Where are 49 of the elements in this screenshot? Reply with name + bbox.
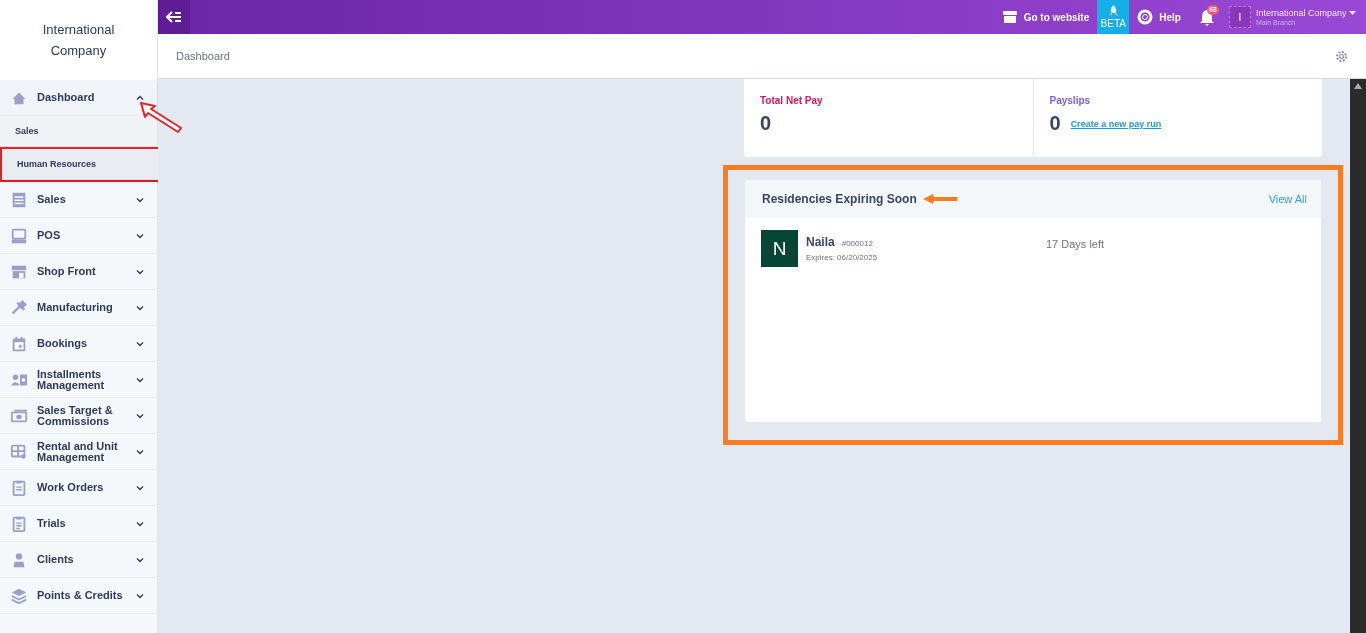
lifebuoy-icon xyxy=(1137,9,1154,25)
company-name: International Company xyxy=(41,21,116,60)
rocket-icon xyxy=(1108,5,1118,17)
employee-name[interactable]: Naila xyxy=(806,235,835,249)
store-icon xyxy=(1001,10,1018,24)
menu-toggle-button[interactable] xyxy=(158,0,190,34)
submenu-item[interactable]: Sales xyxy=(0,116,157,147)
sidebar-item[interactable]: Work Orders xyxy=(0,470,157,506)
sidebar-item[interactable]: Trials xyxy=(0,506,157,542)
caret-icon xyxy=(1349,11,1356,16)
sidebar-item[interactable]: Dashboard xyxy=(0,80,157,116)
stat-value: 0 xyxy=(760,112,772,135)
stat-label: Payslips xyxy=(1049,95,1091,106)
sidebar-item[interactable]: Sales Target & Commissions xyxy=(0,398,157,434)
sidebar-item[interactable]: Clients xyxy=(0,542,157,578)
settings-icon[interactable] xyxy=(1335,49,1348,63)
days-left: 17 Days left xyxy=(1046,238,1105,250)
initial-avatar: N xyxy=(761,230,798,267)
menu-icon xyxy=(10,586,28,605)
stat-value: 0 xyxy=(1049,112,1061,135)
sidebar-item[interactable]: Installments Management xyxy=(0,362,157,398)
arrow-annotation xyxy=(922,194,957,204)
menu-icon xyxy=(10,442,28,461)
account-name: International Company xyxy=(1255,8,1356,19)
sidebar-item[interactable]: Points & Credits xyxy=(0,578,157,614)
breadcrumb[interactable]: Dashboard xyxy=(176,50,230,62)
sidebar-item[interactable]: POS xyxy=(0,218,157,254)
avatar: I xyxy=(1228,6,1251,28)
menu-icon xyxy=(10,298,28,317)
expiry-date: Expires: 06/20/2025 xyxy=(806,253,879,262)
collapse-menu-icon xyxy=(166,11,182,23)
help-link[interactable]: Help xyxy=(1129,0,1189,34)
sidebar-item[interactable]: Manufacturing xyxy=(0,290,157,326)
scroll-up-icon[interactable] xyxy=(1354,83,1362,89)
stat-label: Total Net Pay xyxy=(760,95,823,106)
employee-code: #000012 xyxy=(841,239,873,248)
menu-icon xyxy=(10,334,28,353)
scrollbar[interactable] xyxy=(1350,79,1366,633)
menu-icon xyxy=(10,226,28,245)
card-title: Residencies Expiring Soon xyxy=(762,192,917,206)
sidebar-item[interactable]: Shop Front xyxy=(0,254,157,290)
website-link[interactable]: Go to website xyxy=(993,0,1098,34)
sidebar-item[interactable]: Rental and Unit Management xyxy=(0,434,157,470)
sidebar-item[interactable]: Sales xyxy=(0,182,157,218)
menu-icon xyxy=(10,190,28,209)
submenu-item[interactable]: Human Resources xyxy=(2,149,159,180)
sidebar-item[interactable]: Bookings xyxy=(0,326,157,362)
menu-icon xyxy=(10,478,28,497)
menu-icon xyxy=(10,514,28,533)
